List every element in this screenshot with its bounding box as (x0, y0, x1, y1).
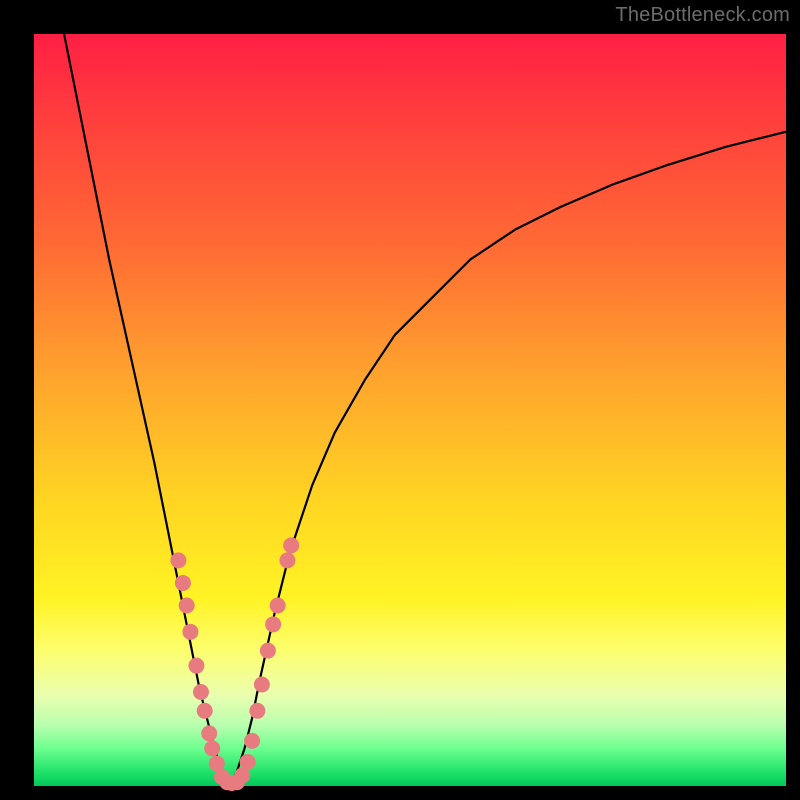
data-point (260, 643, 276, 659)
data-point (182, 624, 198, 640)
curve-left-branch (64, 34, 229, 786)
data-point (204, 740, 220, 756)
data-point (283, 537, 299, 553)
outer-frame: TheBottleneck.com (0, 0, 800, 800)
data-point (201, 725, 217, 741)
data-point (279, 552, 295, 568)
data-point (179, 598, 195, 614)
data-point (188, 658, 204, 674)
data-point (240, 754, 256, 770)
data-point (193, 684, 209, 700)
data-point (175, 575, 191, 591)
data-point (244, 733, 260, 749)
data-point (197, 703, 213, 719)
data-point (265, 616, 281, 632)
watermark-text: TheBottleneck.com (615, 4, 790, 27)
curve-right-branch (230, 132, 786, 786)
data-point (254, 676, 270, 692)
data-point (249, 703, 265, 719)
marker-group (170, 537, 299, 791)
data-point (170, 552, 186, 568)
chart-svg (34, 34, 786, 786)
data-point (270, 598, 286, 614)
